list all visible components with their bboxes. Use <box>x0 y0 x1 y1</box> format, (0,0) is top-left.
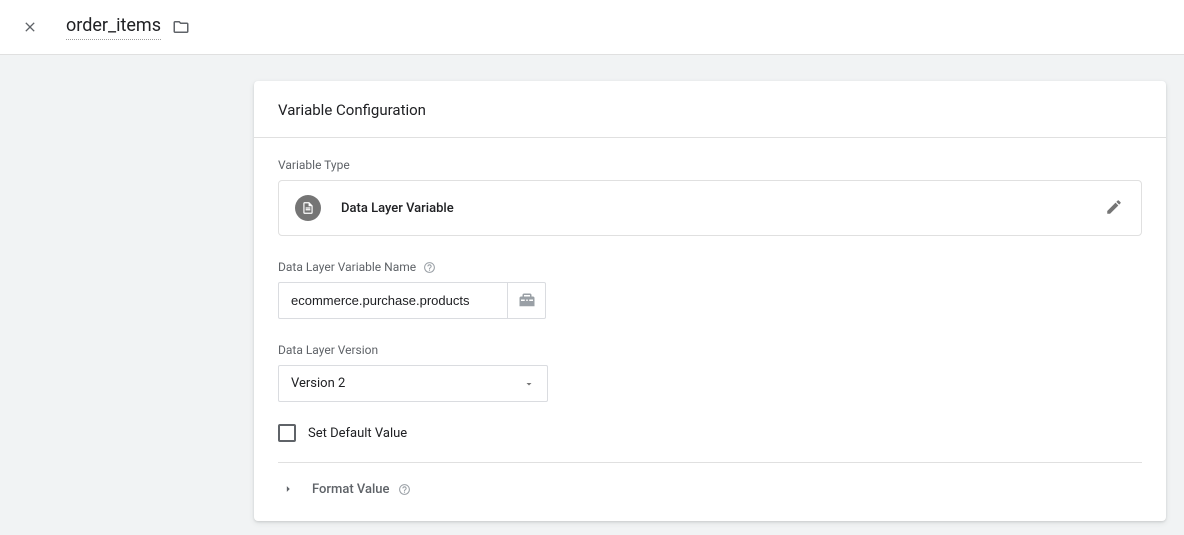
format-value-label: Format Value <box>312 482 412 497</box>
dl-name-input-row <box>278 282 1142 319</box>
caret-down-icon <box>523 378 535 390</box>
variable-type-label: Variable Type <box>278 158 1142 172</box>
close-icon[interactable] <box>18 15 42 39</box>
dl-version-label: Data Layer Version <box>278 343 1142 357</box>
card-title: Variable Configuration <box>254 81 1166 138</box>
card-body: Variable Type Data Layer Variable Data L… <box>254 138 1166 521</box>
title-wrap: order_items <box>66 14 191 40</box>
dl-variable-name-input[interactable] <box>278 282 508 319</box>
format-value-expander[interactable]: Format Value <box>278 477 1142 511</box>
set-default-label: Set Default Value <box>308 426 407 441</box>
dl-version-select[interactable]: Version 2 <box>278 365 548 402</box>
topbar: order_items <box>0 0 1184 55</box>
help-icon[interactable] <box>398 482 412 496</box>
dl-name-label: Data Layer Variable Name <box>278 260 1142 274</box>
folder-icon[interactable] <box>171 17 191 37</box>
canvas: Variable Configuration Variable Type Dat… <box>0 55 1184 535</box>
variable-config-card: Variable Configuration Variable Type Dat… <box>254 81 1166 521</box>
data-layer-icon <box>295 195 321 221</box>
variable-type-name: Data Layer Variable <box>341 201 1105 216</box>
format-value-label-text: Format Value <box>312 482 390 497</box>
dl-name-label-text: Data Layer Variable Name <box>278 260 416 274</box>
edit-icon[interactable] <box>1105 198 1125 218</box>
set-default-checkbox-row[interactable]: Set Default Value <box>278 424 1142 442</box>
insert-variable-button[interactable] <box>508 282 546 319</box>
set-default-checkbox[interactable] <box>278 424 296 442</box>
divider <box>278 462 1142 463</box>
variable-name-input[interactable]: order_items <box>66 14 161 40</box>
help-icon[interactable] <box>422 260 436 274</box>
dl-version-value: Version 2 <box>291 376 345 391</box>
chevron-right-icon <box>280 481 296 497</box>
variable-type-selector[interactable]: Data Layer Variable <box>278 180 1142 236</box>
